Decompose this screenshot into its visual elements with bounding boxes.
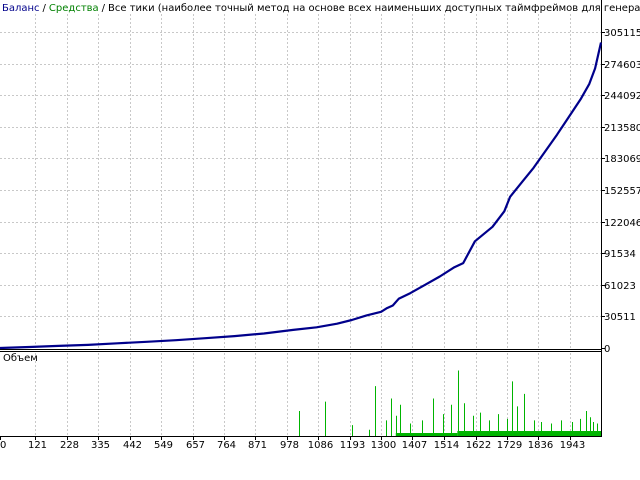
legend: Баланс / Средства / Все тики (наиболее точны…: [2, 3, 640, 14]
x-tick-label: 442: [123, 440, 142, 451]
volume-band: [457, 431, 601, 436]
x-tick-label: 764: [217, 440, 236, 451]
chart-background: [0, 0, 640, 480]
x-tick-label: 1514: [434, 440, 459, 451]
y-tick-label: 183069: [604, 154, 640, 165]
y-tick-label: 244092: [604, 91, 640, 102]
x-tick-label: 335: [91, 440, 110, 451]
x-tick-label: 0: [0, 440, 6, 451]
backtest-chart: 0 30511 61023 91534 122046 152557 183069 213580…: [0, 0, 640, 480]
y-tick-label: 30511: [604, 312, 636, 323]
x-tick-label: 871: [248, 440, 267, 451]
y-tick-label: 61023: [604, 281, 636, 292]
y-tick-label: 122046: [604, 218, 640, 229]
x-tick-label: 1622: [466, 440, 491, 451]
x-tick-label: 121: [28, 440, 47, 451]
x-tick-label: 1300: [371, 440, 396, 451]
y-tick-label: 152557: [604, 186, 640, 197]
volume-band: [395, 433, 458, 436]
y-tick-label: 213580: [604, 123, 640, 134]
x-tick-label: 1943: [560, 440, 585, 451]
x-tick-label: 1086: [308, 440, 333, 451]
y-tick-label: 305115: [604, 28, 640, 39]
x-tick-label: 1729: [497, 440, 522, 451]
y-tick-label: 274603: [604, 60, 640, 71]
x-tick-label: 549: [154, 440, 173, 451]
x-tick-label: 1193: [340, 440, 365, 451]
volume-panel-label: Объем: [3, 353, 38, 364]
x-tick-label: 657: [186, 440, 205, 451]
x-tick-label: 1836: [528, 440, 553, 451]
legend-mode: Все тики (наиболее точный метод на основ…: [108, 3, 640, 14]
x-tick-label: 978: [280, 440, 299, 451]
legend-balance: Баланс: [2, 3, 40, 14]
legend-equity: Средства: [49, 3, 99, 14]
x-tick-label: 228: [60, 440, 79, 451]
y-tick-label: 0: [604, 344, 610, 355]
y-tick-label: 91534: [604, 249, 636, 260]
x-tick-label: 1407: [402, 440, 427, 451]
